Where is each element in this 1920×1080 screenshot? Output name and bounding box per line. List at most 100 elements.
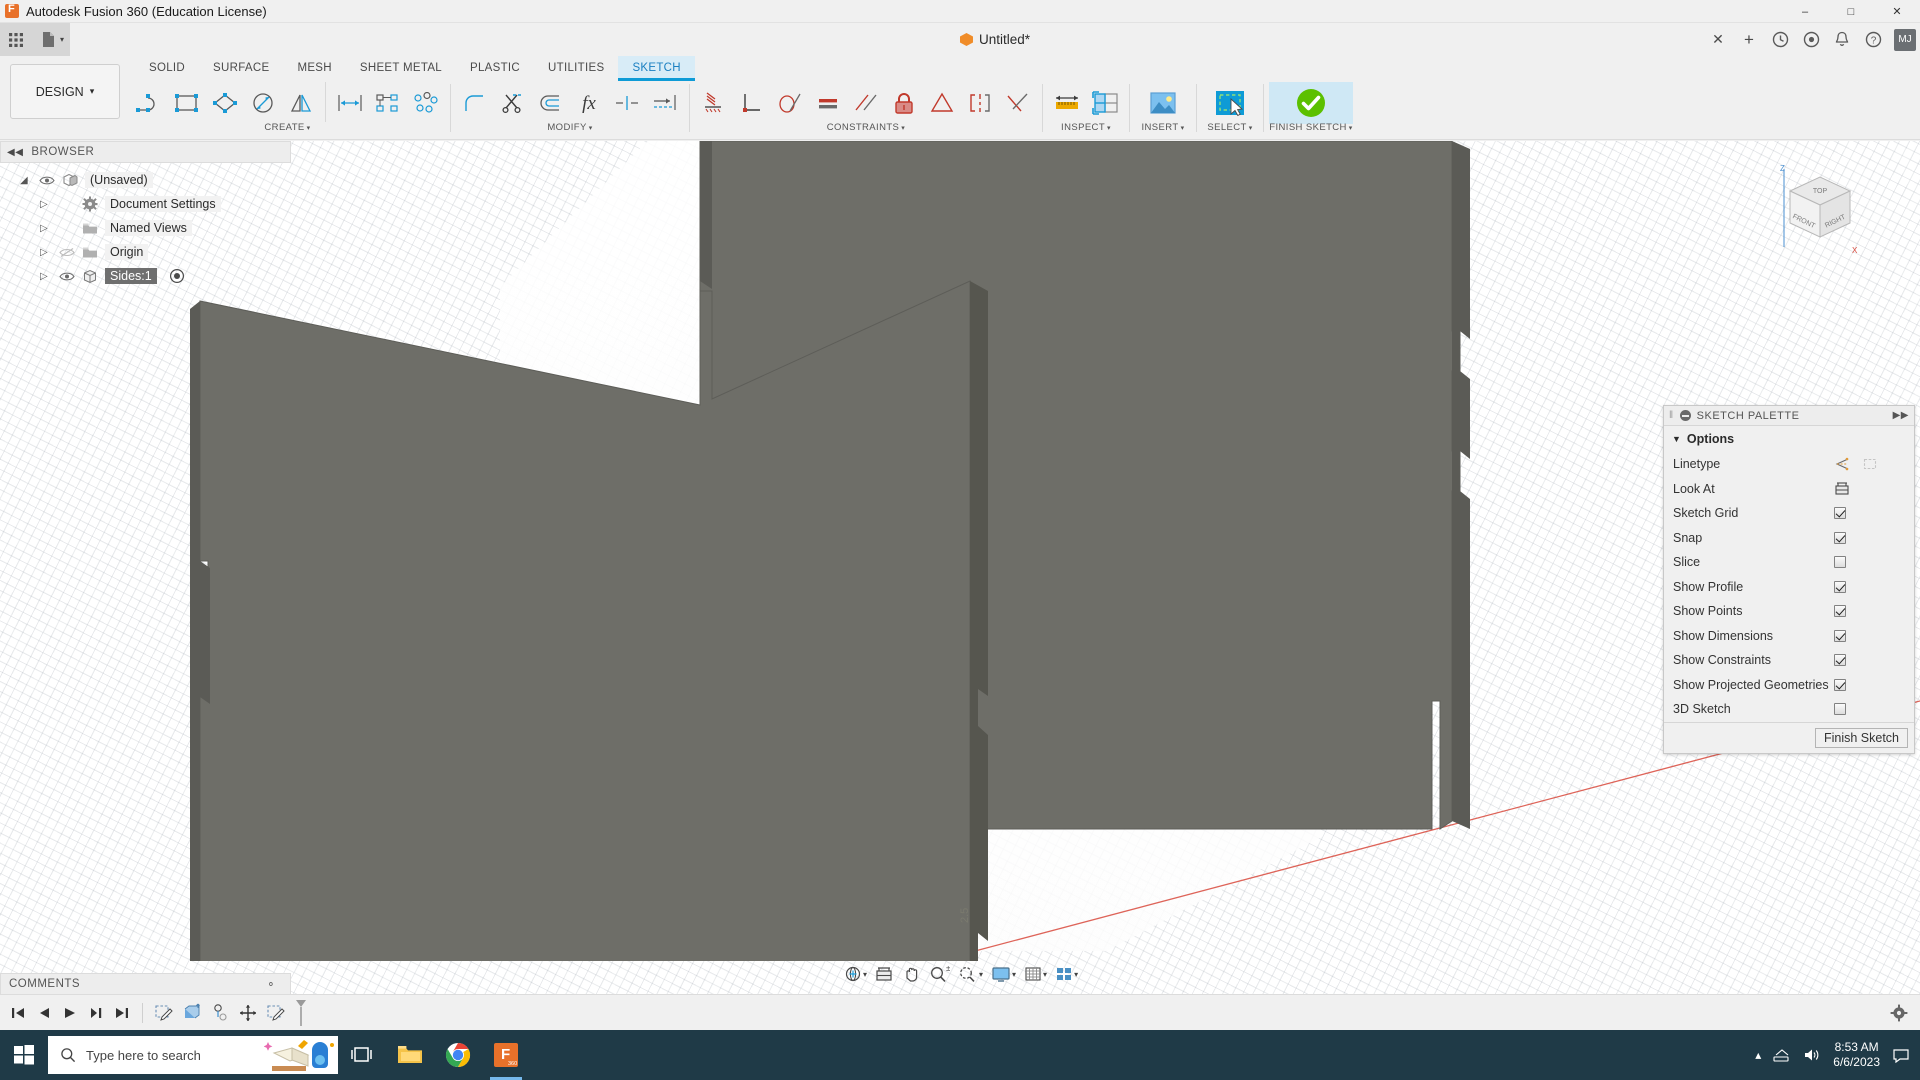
look-at-icon[interactable]	[1834, 481, 1850, 496]
options-section-header[interactable]: ▼ Options	[1664, 426, 1914, 452]
fix-unfix-icon[interactable]	[885, 83, 923, 123]
extensions-icon[interactable]	[1797, 26, 1825, 54]
sketch-feature-icon[interactable]	[151, 1000, 177, 1026]
mirror-icon[interactable]	[282, 83, 320, 123]
step-forward-icon[interactable]	[84, 1000, 108, 1026]
app-grid-icon[interactable]	[0, 23, 32, 56]
tab-add-icon[interactable]: +	[1735, 26, 1763, 54]
line-icon[interactable]	[130, 83, 168, 123]
timeline-settings-icon[interactable]	[1890, 1004, 1908, 1022]
visibility-eye-icon[interactable]	[58, 269, 75, 283]
panel-create-caret[interactable]: ▾	[307, 125, 311, 132]
pan-hand-icon[interactable]	[898, 962, 924, 986]
slice-checkbox[interactable]	[1834, 556, 1846, 569]
tree-item-unsaved[interactable]: ◢ (Unsaved)	[0, 168, 300, 192]
volume-icon[interactable]	[1803, 1047, 1821, 1063]
document-tab[interactable]: Untitled*	[70, 23, 1920, 56]
finish-sketch-check-icon[interactable]	[1283, 81, 1339, 125]
minimize-button[interactable]: –	[1782, 0, 1828, 23]
construction-linetype-icon[interactable]	[1834, 457, 1850, 471]
measure-icon[interactable]	[1048, 83, 1086, 123]
coincident-icon[interactable]	[695, 83, 733, 123]
equal-icon[interactable]	[809, 83, 847, 123]
panel-select-caret[interactable]: ▾	[1249, 125, 1253, 132]
move-feature-icon[interactable]	[235, 1000, 261, 1026]
display-settings-caret[interactable]: ▾	[1012, 970, 1016, 979]
tab-plastic[interactable]: PLASTIC	[456, 56, 534, 81]
zoom-window-caret[interactable]: ▾	[979, 970, 983, 979]
centerline-linetype-icon[interactable]	[1862, 457, 1878, 471]
display-settings-icon[interactable]	[987, 962, 1015, 986]
extrude-feature-icon[interactable]	[179, 1000, 205, 1026]
trim-icon[interactable]	[494, 83, 532, 123]
panel-constraints-caret[interactable]: ▾	[901, 125, 905, 132]
play-icon[interactable]	[58, 1000, 82, 1026]
expand-arrow-icon[interactable]: ▷	[40, 199, 52, 210]
drag-grip-icon[interactable]: ‖	[1669, 410, 1674, 421]
sketch-grid-checkbox[interactable]	[1834, 507, 1846, 520]
view-cube[interactable]: TOP FRONT RIGHT Z X	[1770, 161, 1865, 256]
polygon-icon[interactable]	[206, 83, 244, 123]
workspace-switcher-button[interactable]: DESIGN ▾	[10, 64, 120, 119]
timeline-marker-icon[interactable]	[293, 998, 309, 1028]
dimension-icon[interactable]	[331, 83, 369, 123]
show-constraints-checkbox[interactable]	[1834, 654, 1846, 667]
sketch-feature-icon[interactable]	[263, 1000, 289, 1026]
tab-mesh[interactable]: MESH	[283, 56, 345, 81]
active-sketch-indicator-icon[interactable]	[169, 268, 185, 284]
expand-arrow-icon[interactable]: ▷	[40, 271, 52, 282]
help-icon[interactable]: ?	[1859, 26, 1887, 54]
panel-modify-caret[interactable]: ▾	[589, 125, 593, 132]
step-back-icon[interactable]	[32, 1000, 56, 1026]
rectangular-pattern-icon[interactable]	[369, 83, 407, 123]
rectangle-icon[interactable]	[168, 83, 206, 123]
circular-pattern-icon[interactable]	[407, 83, 445, 123]
panel-finish-sketch-caret[interactable]: ▾	[1349, 125, 1353, 132]
tab-solid[interactable]: SOLID	[135, 56, 199, 81]
clock[interactable]: 8:53 AM 6/6/2023	[1833, 1040, 1880, 1070]
viewports-caret[interactable]: ▾	[1074, 970, 1078, 979]
grid-snap-caret[interactable]: ▾	[1043, 970, 1047, 979]
tree-item-origin[interactable]: ▷ Origin	[0, 240, 300, 264]
task-view-icon[interactable]	[338, 1030, 386, 1080]
avatar[interactable]: MJ	[1894, 28, 1916, 51]
extend-icon[interactable]	[646, 83, 684, 123]
panel-inspect-caret[interactable]: ▾	[1107, 125, 1111, 132]
tray-chevron-up-icon[interactable]: ▴	[1755, 1048, 1761, 1062]
file-explorer-icon[interactable]	[386, 1030, 434, 1080]
show-profile-checkbox[interactable]	[1834, 580, 1846, 593]
expand-icon[interactable]: ▶▶	[1893, 410, 1909, 421]
visibility-eye-icon[interactable]	[38, 173, 55, 187]
collapse-left-icon[interactable]: ◀◀	[7, 147, 23, 158]
comments-panel-header[interactable]: COMMENTS ⚬	[0, 973, 291, 995]
tab-utilities[interactable]: UTILITIES	[534, 56, 618, 81]
finish-sketch-button[interactable]: Finish Sketch	[1814, 727, 1908, 748]
windows-start-icon[interactable]	[0, 1030, 48, 1080]
insert-image-icon[interactable]	[1135, 81, 1191, 125]
change-parameters-icon[interactable]: fx	[570, 83, 608, 123]
3d-sketch-checkbox[interactable]	[1834, 703, 1846, 716]
zoom-icon[interactable]: ±	[925, 962, 953, 986]
minimize-icon[interactable]	[1679, 410, 1691, 421]
offset-icon[interactable]	[532, 83, 570, 123]
expand-arrow-icon[interactable]: ◢	[20, 175, 32, 186]
tab-sketch[interactable]: SKETCH	[618, 56, 695, 81]
section-caret[interactable]: ▼	[1672, 434, 1681, 444]
snap-checkbox[interactable]	[1834, 531, 1846, 544]
tree-item-document-settings[interactable]: ▷ Document Settings	[0, 192, 300, 216]
orbit-caret[interactable]: ▾	[863, 970, 867, 979]
fusion360-icon[interactable]: F 360	[482, 1030, 530, 1080]
tree-item-named-views[interactable]: ▷ Named Views	[0, 216, 300, 240]
select-cursor-icon[interactable]	[1202, 81, 1258, 125]
tab-close-icon[interactable]: ✕	[1704, 26, 1732, 54]
job-status-icon[interactable]	[1766, 26, 1794, 54]
network-icon[interactable]	[1773, 1047, 1791, 1063]
break-icon[interactable]	[608, 83, 646, 123]
fillet-icon[interactable]	[456, 83, 494, 123]
zoom-window-icon[interactable]	[954, 962, 982, 986]
google-chrome-icon[interactable]	[434, 1030, 482, 1080]
panel-insert-caret[interactable]: ▾	[1181, 125, 1185, 132]
show-dimensions-checkbox[interactable]	[1834, 629, 1846, 642]
expand-arrow-icon[interactable]: ▷	[40, 223, 52, 234]
notifications-icon[interactable]	[1828, 26, 1856, 54]
